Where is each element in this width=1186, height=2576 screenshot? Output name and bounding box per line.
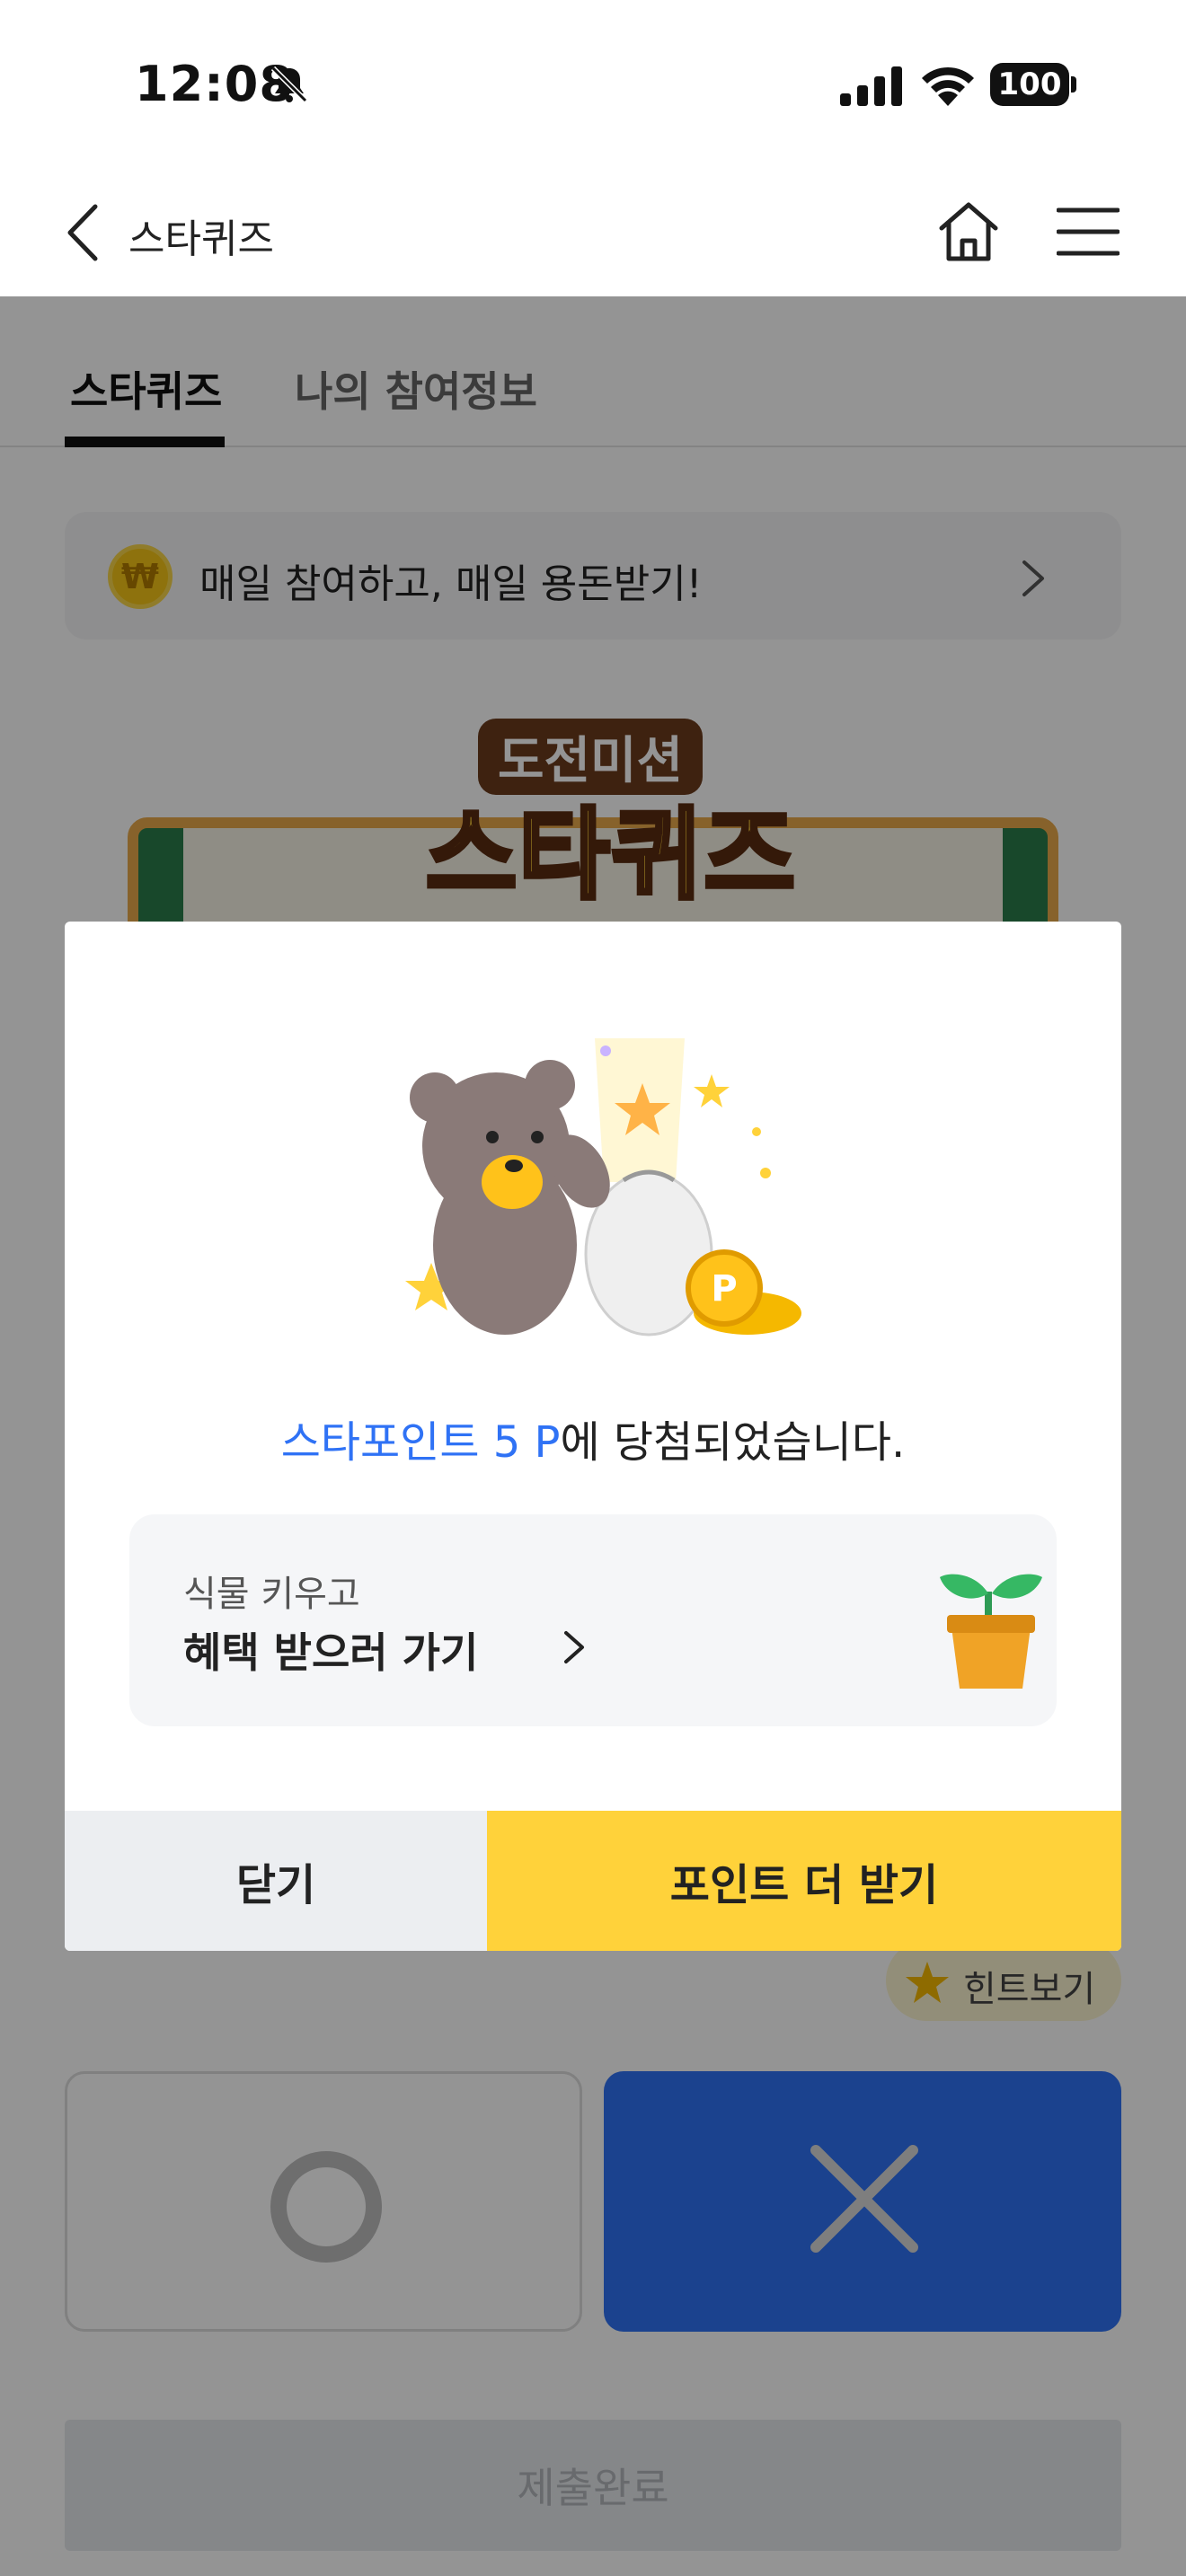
hamburger-menu-icon[interactable]	[1057, 205, 1120, 259]
result-message: 스타포인트 5 P에 당첨되었습니다.	[65, 1407, 1121, 1469]
coin-p-label: P	[711, 1268, 737, 1310]
chevron-right-icon	[564, 1631, 584, 1663]
battery-tip	[1071, 76, 1076, 93]
wifi-icon	[922, 66, 974, 106]
battery-indicator: 100	[990, 63, 1076, 106]
plant-benefit-card[interactable]: 식물 키우고 혜택 받으러 가기	[129, 1514, 1057, 1726]
modal-footer: 닫기 포인트 더 받기	[65, 1811, 1121, 1951]
sprout-pot-icon	[940, 1574, 1042, 1689]
benefit-link: 혜택 받으러 가기	[183, 1628, 479, 1677]
benefit-label: 식물 키우고	[183, 1574, 360, 1615]
bell-muted-icon	[270, 66, 308, 103]
status-bar: 12:08 100	[0, 0, 1186, 171]
reward-modal: P 스타포인트 5 P에 당첨되었습니다. 식물 키우고 혜택 받으러 가기 닫…	[65, 922, 1121, 1951]
close-button[interactable]: 닫기	[65, 1811, 487, 1951]
page-title: 스타퀴즈	[128, 216, 274, 262]
back-chevron-icon[interactable]	[63, 201, 102, 264]
app-header: 스타퀴즈	[0, 171, 1186, 296]
result-suffix: 에 당첨되었습니다.	[560, 1417, 906, 1468]
more-points-button[interactable]: 포인트 더 받기	[487, 1811, 1121, 1951]
home-icon[interactable]	[934, 198, 1003, 266]
bear-reward-illustration: P	[405, 1038, 801, 1337]
battery-level: 100	[990, 63, 1069, 106]
cellular-signal-icon	[840, 66, 902, 106]
result-points: 스타포인트 5 P	[280, 1417, 561, 1468]
